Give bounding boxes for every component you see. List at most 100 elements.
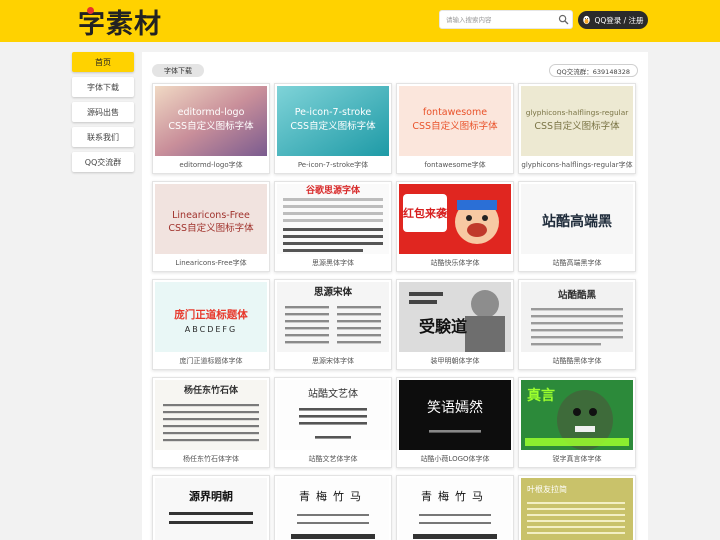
font-card-caption: 站酷小薇LOGO体字体 [420,455,490,463]
thumb-title: Pe-icon-7-stroke [295,107,372,118]
font-preview-image: 红包来袭 [399,184,511,254]
thumb-title: Linearicons-Free [172,210,250,221]
thumb-title: 笑语嫣然 [427,399,483,416]
font-card-caption: 庞门正道标题体字体 [179,357,243,365]
font-preview-image: 杨任东竹石体 [155,380,267,450]
thumb-title: 青梅竹马 [299,489,367,503]
thumb-title: 青梅竹马 [421,489,489,503]
font-preview-image: 叶根友拉简 [521,478,633,540]
thumb-title: glyphicons-halflings-regular [526,108,630,117]
font-preview-image: 站酷高端黑 [521,184,633,254]
font-card-caption: 思源宋体字体 [312,357,354,365]
font-card[interactable]: 受験道 装甲明朝体字体 [396,279,514,370]
logo-dot-icon [87,7,94,14]
font-card-caption: 站酷高端黑字体 [552,259,602,267]
thumb-title: 受験道 [419,317,467,336]
font-card[interactable]: 笑语嫣然 站酷小薇LOGO体字体 [396,377,514,468]
font-card[interactable]: 红包来袭 站酷快乐体字体 [396,181,514,272]
font-card-caption: fontawesome字体 [424,161,486,169]
thumb-title: 庞门正道标题体 [174,308,248,321]
font-card[interactable]: 杨任东竹石体 杨任东竹石体字体 [152,377,270,468]
font-card-caption: Linearicons-Free字体 [175,259,247,267]
qq-group-number: QQ交流群：639148328 [548,64,638,77]
thumb-title: 谷歌思源字体 [306,184,361,196]
thumb-title: fontawesome [423,107,487,118]
sidebar-item-home[interactable]: 首页 [72,52,134,72]
font-preview-image: Pe-icon-7-stroke CSS自定义图标字体 [277,86,389,156]
thumb-subtitle: ABCDEFG [185,325,237,334]
font-card[interactable]: 源界明朝 [152,475,270,540]
font-preview-image: 源界明朝 [155,478,267,540]
font-card[interactable]: 叶根友拉简 [518,475,636,540]
sidebar-nav: 首页 字体下载 源码出售 联系我们 QQ交流群 [72,52,134,177]
thumb-title: 站酷酷黑 [558,289,597,301]
main-content: 字体下载 QQ交流群：639148328 editormd-logo CSS自定… [142,52,648,540]
font-preview-image: 站酷酷黑 [521,282,633,352]
font-card[interactable]: glyphicons-halflings-regular CSS自定义图标字体 … [518,83,636,174]
font-card[interactable]: 真言 锐字真言体字体 [518,377,636,468]
sidebar-item-contact[interactable]: 联系我们 [72,127,134,147]
font-card[interactable]: Linearicons-Free CSS自定义图标字体 Linearicons-… [152,181,270,272]
thumb-title: 红包来袭 [403,206,448,220]
font-preview-image: 思源宋体 [277,282,389,352]
search-input[interactable] [440,11,558,28]
font-preview-image: 真言 [521,380,633,450]
thumb-subtitle: CSS自定义图标字体 [412,120,498,132]
font-card[interactable]: 青梅竹马 [396,475,514,540]
thumb-subtitle: CSS自定义图标字体 [534,120,620,132]
font-preview-image: 笑语嫣然 [399,380,511,450]
font-card[interactable]: fontawesome CSS自定义图标字体 fontawesome字体 [396,83,514,174]
thumb-title: 思源宋体 [314,286,353,298]
font-card[interactable]: 思源宋体 思源宋体字体 [274,279,392,370]
font-card[interactable]: 谷歌思源字体 思源黑体字体 [274,181,392,272]
thumb-subtitle: CSS自定义图标字体 [168,222,254,234]
font-card[interactable]: editormd-logo CSS自定义图标字体 editormd-logo字体 [152,83,270,174]
thumb-title: 叶根友拉简 [527,484,567,494]
search-icon[interactable] [558,14,569,25]
thumb-subtitle: CSS自定义图标字体 [290,120,376,132]
sidebar-item-font-download[interactable]: 字体下载 [72,77,134,97]
font-preview-image: 受験道 [399,282,511,352]
section-title: 字体下载 [152,64,204,77]
thumb-title: editormd-logo [178,107,245,118]
sidebar-item-source-sale[interactable]: 源码出售 [72,102,134,122]
font-card-caption: editormd-logo字体 [179,161,243,169]
thumb-title: 杨任东竹石体 [184,384,239,396]
font-card-caption: 站酷文艺体字体 [308,455,358,463]
thumb-title: 源界明朝 [189,489,233,503]
font-card-caption: glyphicons-halflings-regular字体 [521,161,633,169]
font-card-caption: 杨任东竹石体字体 [183,455,239,463]
font-preview-image: 庞门正道标题体 ABCDEFG [155,282,267,352]
font-preview-image: 谷歌思源字体 [277,184,389,254]
font-preview-image: editormd-logo CSS自定义图标字体 [155,86,267,156]
login-label: QQ登录 / 注册 [594,15,644,25]
font-card[interactable]: 站酷高端黑 站酷高端黑字体 [518,181,636,272]
font-card-caption: 思源黑体字体 [312,259,354,267]
font-card-caption: 锐字真言体字体 [552,455,602,463]
font-preview-image: Linearicons-Free CSS自定义图标字体 [155,184,267,254]
font-preview-image: glyphicons-halflings-regular CSS自定义图标字体 [521,86,633,156]
font-preview-image: 站酷文艺体 [277,380,389,450]
qq-penguin-icon [583,15,591,25]
font-card-caption: Pe-icon-7-stroke字体 [297,161,369,169]
font-card[interactable]: 站酷酷黑 站酷酷黑体字体 [518,279,636,370]
font-card[interactable]: 站酷文艺体 站酷文艺体字体 [274,377,392,468]
font-preview-image: 青梅竹马 [399,478,511,540]
font-preview-image: fontawesome CSS自定义图标字体 [399,86,511,156]
font-card-caption: 装甲明朝体字体 [430,357,480,365]
top-header: 字素材 QQ登录 / 注册 [0,0,720,42]
font-card[interactable]: Pe-icon-7-stroke CSS自定义图标字体 Pe-icon-7-st… [274,83,392,174]
search-box [439,10,573,29]
font-preview-image: 青梅竹马 [277,478,389,540]
qq-login-button[interactable]: QQ登录 / 注册 [578,11,648,29]
thumb-title: 站酷高端黑 [542,213,612,230]
font-card-caption: 站酷快乐体字体 [430,259,480,267]
font-card-caption: 站酷酷黑体字体 [552,357,602,365]
thumb-title: 站酷文艺体 [308,387,358,400]
sidebar-item-qq-group[interactable]: QQ交流群 [72,152,134,172]
font-card[interactable]: 青梅竹马 [274,475,392,540]
thumb-subtitle: CSS自定义图标字体 [168,120,254,132]
site-logo[interactable]: 字素材 [78,2,162,40]
thumb-title: 真言 [527,387,555,404]
font-card[interactable]: 庞门正道标题体 ABCDEFG 庞门正道标题体字体 [152,279,270,370]
